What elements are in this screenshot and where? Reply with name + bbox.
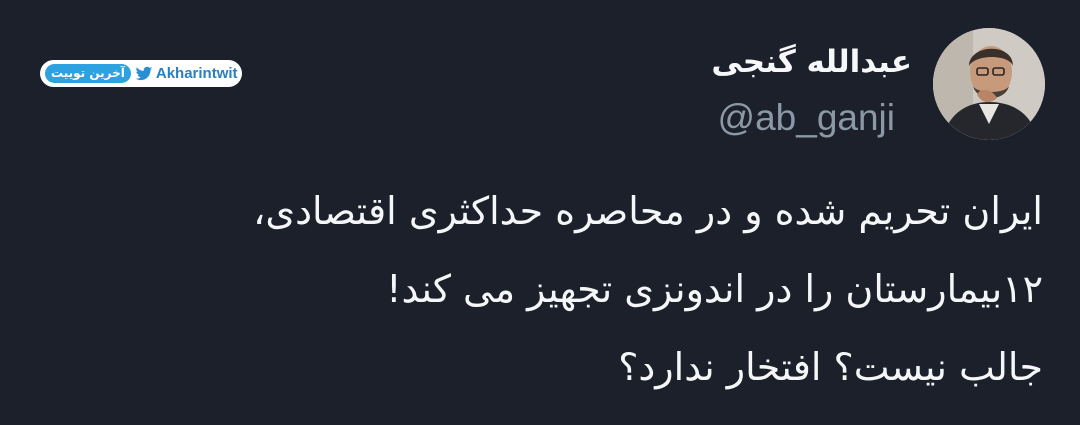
watermark-persian-label: آخرین توییت <box>45 64 131 83</box>
tweet-body-line: ۱۲بیمارستان را در اندونزی تجهیز می کند! <box>386 267 1043 311</box>
akharintwit-watermark: آخرین توییت Akharintwit <box>40 60 242 87</box>
profile-photo <box>933 28 1045 140</box>
avatar[interactable] <box>933 28 1045 140</box>
tweet-body: ایران تحریم شده و در محاصره حداکثری اقتص… <box>33 172 1043 406</box>
tweet-body-line: جالب نیست؟ افتخار ندارد؟ <box>618 345 1043 389</box>
tweet-body-line: ایران تحریم شده و در محاصره حداکثری اقتص… <box>253 189 1043 233</box>
watermark-latin-label: Akharintwit <box>155 65 238 82</box>
tweet-card: آخرین توییت Akharintwit عبدالله گنجی @ab… <box>0 0 1080 425</box>
author-display-name[interactable]: عبدالله گنجی <box>711 44 912 80</box>
bird-icon <box>135 66 153 80</box>
author-handle[interactable]: @ab_ganji <box>718 97 895 139</box>
